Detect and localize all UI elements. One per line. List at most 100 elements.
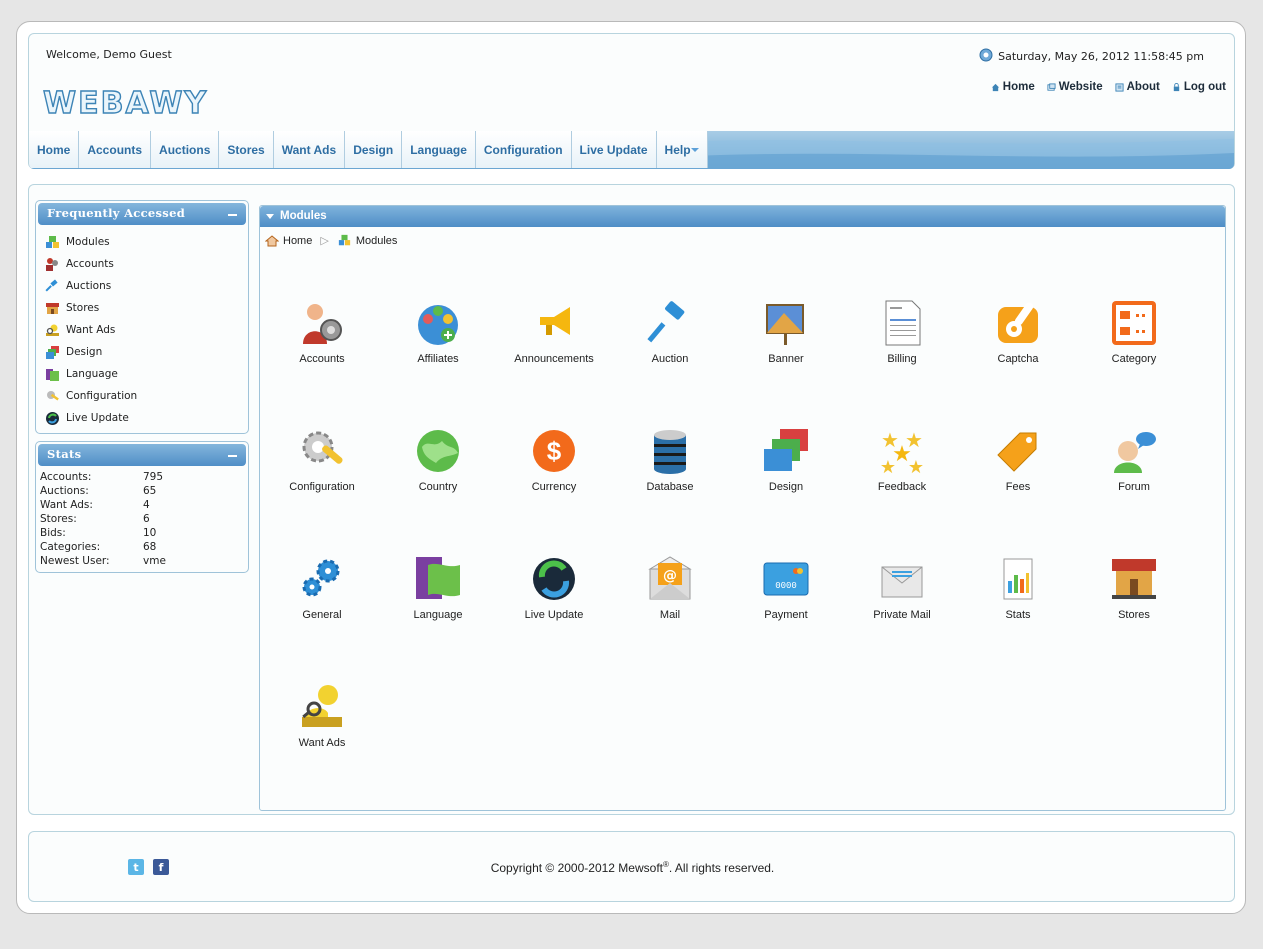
freq-item-stores[interactable]: Stores	[45, 297, 248, 319]
module-configuration[interactable]: Configuration	[264, 426, 380, 554]
invoice-icon	[877, 298, 927, 348]
main-panel: Frequently Accessed Modules Accounts Auc…	[28, 184, 1235, 815]
modules-icon	[46, 235, 59, 248]
nav-home[interactable]: Home	[29, 131, 80, 168]
store-icon	[1109, 554, 1159, 604]
freq-item-modules[interactable]: Modules	[45, 231, 248, 253]
nav-live-update[interactable]: Live Update	[571, 131, 657, 168]
footer: t f Copyright © 2000-2012 Mewsoft®. All …	[28, 831, 1235, 902]
language-icon	[46, 368, 59, 381]
modules-icon	[338, 234, 350, 246]
frequently-accessed-header: Frequently Accessed	[38, 203, 246, 225]
top-links: Home Website About Log out	[991, 81, 1226, 93]
module-country[interactable]: Country	[380, 426, 496, 554]
nav-configuration[interactable]: Configuration	[475, 131, 572, 168]
module-stats[interactable]: Stats	[960, 554, 1076, 682]
module-design[interactable]: Design	[728, 426, 844, 554]
design-icon	[761, 426, 811, 476]
stats-row: Bids: 10	[40, 527, 157, 539]
module-private-mail[interactable]: Private Mail	[844, 554, 960, 682]
logo[interactable]: WEBAWY	[42, 85, 208, 121]
accounts-icon	[46, 257, 58, 271]
stats-row: Accounts: 795	[40, 471, 164, 483]
price-tag-icon	[993, 426, 1043, 476]
modules-box: Modules Home ▷ Modules Accounts Affiliat…	[259, 205, 1226, 811]
about-icon	[1115, 82, 1124, 92]
module-auction[interactable]: Auction	[612, 298, 728, 426]
module-banner[interactable]: Banner	[728, 298, 844, 426]
affiliates-icon	[413, 298, 463, 348]
banner-icon	[761, 298, 811, 348]
svg-text:★: ★	[908, 457, 924, 475]
top-link-logout[interactable]: Log out	[1172, 81, 1226, 93]
freq-item-want-ads[interactable]: Want Ads	[45, 319, 248, 341]
nav-help[interactable]: Help	[656, 131, 708, 168]
stars-icon: ★ ★ ★ ★ ★	[877, 426, 927, 476]
module-forum[interactable]: Forum	[1076, 426, 1192, 554]
mail-icon: @	[645, 554, 695, 604]
module-announcements[interactable]: Announcements	[496, 298, 612, 426]
module-currency[interactable]: $ Currency	[496, 426, 612, 554]
module-billing[interactable]: Billing	[844, 298, 960, 426]
nav-wave-decoration	[669, 138, 1234, 169]
nav-auctions[interactable]: Auctions	[151, 131, 220, 168]
module-captcha[interactable]: Captcha	[960, 298, 1076, 426]
stats-icon	[993, 554, 1043, 604]
stats-row: Newest User: vme	[40, 555, 166, 567]
datetime-text: Saturday, May 26, 2012 11:58:45 pm	[998, 50, 1204, 63]
breadcrumb: Home ▷ Modules	[265, 234, 397, 247]
stats-row: Categories: 68	[40, 541, 157, 553]
header: Welcome, Demo Guest Saturday, May 26, 20…	[28, 33, 1235, 169]
nav-want-ads[interactable]: Want Ads	[273, 131, 346, 168]
module-stores[interactable]: Stores	[1076, 554, 1192, 682]
module-accounts[interactable]: Accounts	[264, 298, 380, 426]
breadcrumb-modules: Modules	[355, 234, 398, 247]
module-feedback[interactable]: ★ ★ ★ ★ ★ Feedback	[844, 426, 960, 554]
category-icon	[1109, 298, 1159, 348]
language-flag-icon	[413, 554, 463, 604]
main-nav: Home Accounts Auctions Stores Want Ads D…	[29, 131, 1234, 169]
modules-grid: Accounts Affiliates Announcements Auctio…	[264, 298, 1204, 810]
top-link-website[interactable]: Website	[1047, 81, 1103, 93]
frequently-accessed-box: Frequently Accessed Modules Accounts Auc…	[35, 200, 249, 434]
svg-text:0000: 0000	[775, 581, 797, 591]
datetime: Saturday, May 26, 2012 11:58:45 pm	[979, 48, 1204, 65]
freq-item-language[interactable]: Language	[45, 363, 248, 385]
module-database[interactable]: Database	[612, 426, 728, 554]
module-mail[interactable]: @ Mail	[612, 554, 728, 682]
logout-icon	[1173, 82, 1180, 91]
top-link-about[interactable]: About	[1115, 81, 1160, 93]
module-want-ads[interactable]: Want Ads	[264, 682, 380, 810]
module-fees[interactable]: Fees	[960, 426, 1076, 554]
stores-icon	[46, 302, 59, 314]
configuration-icon	[297, 426, 347, 476]
top-link-home[interactable]: Home	[991, 81, 1035, 93]
minimize-icon[interactable]	[228, 214, 237, 216]
nav-accounts[interactable]: Accounts	[79, 131, 152, 168]
freq-item-design[interactable]: Design	[45, 341, 248, 363]
nav-design[interactable]: Design	[345, 131, 403, 168]
nav-language[interactable]: Language	[402, 131, 476, 168]
megaphone-icon	[529, 298, 579, 348]
module-live-update[interactable]: Live Update	[496, 554, 612, 682]
svg-text:@: @	[663, 568, 677, 584]
freq-item-auctions[interactable]: Auctions	[45, 275, 248, 297]
freq-item-accounts[interactable]: Accounts	[45, 253, 248, 275]
module-category[interactable]: Category	[1076, 298, 1192, 426]
breadcrumb-home[interactable]: Home	[283, 235, 312, 247]
dollar-icon: $	[529, 426, 579, 476]
freq-item-live-update[interactable]: Live Update	[45, 407, 248, 429]
nav-stores[interactable]: Stores	[219, 131, 274, 168]
home-icon	[991, 83, 999, 91]
modules-header[interactable]: Modules	[260, 206, 1225, 227]
stats-box: Stats Accounts: 795 Auctions: 65 Want Ads:…	[35, 441, 249, 573]
module-general[interactable]: General	[264, 554, 380, 682]
breadcrumb-separator-icon: ▷	[320, 235, 329, 247]
module-payment[interactable]: 0000 Payment	[728, 554, 844, 682]
private-mail-icon	[877, 554, 927, 604]
freq-item-configuration[interactable]: Configuration	[45, 385, 248, 407]
minimize-icon[interactable]	[228, 455, 237, 457]
module-affiliates[interactable]: Affiliates	[380, 298, 496, 426]
stats-row: Stores: 6	[40, 513, 150, 525]
module-language[interactable]: Language	[380, 554, 496, 682]
